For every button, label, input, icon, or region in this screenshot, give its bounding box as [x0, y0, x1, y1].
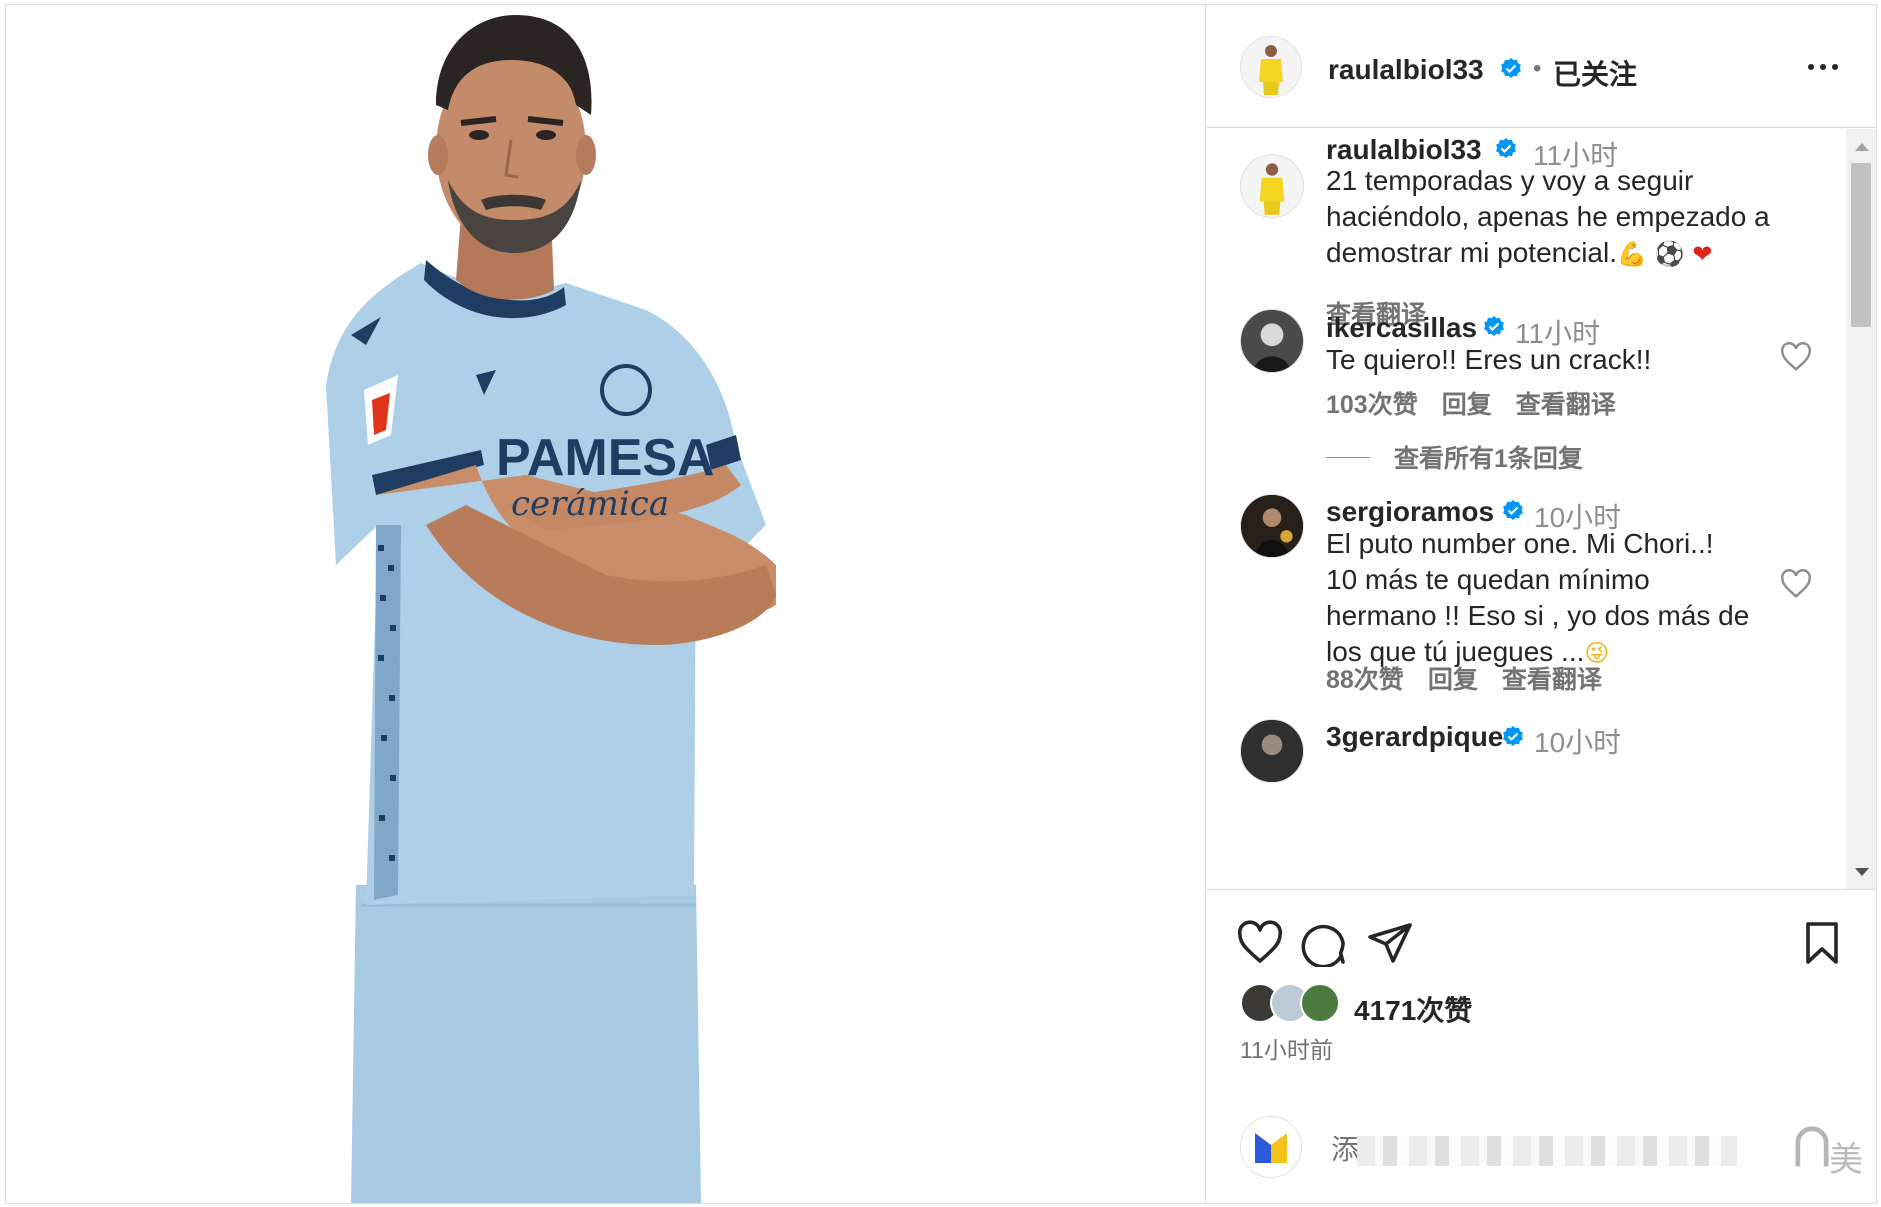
3gerardpique-username[interactable]: 3gerardpique — [1326, 721, 1503, 753]
see-translation-button[interactable]: 查看翻译 — [1502, 660, 1602, 696]
comments-scrollbar[interactable] — [1846, 129, 1876, 889]
verified-icon — [1501, 499, 1525, 523]
obscured-region — [1357, 1136, 1737, 1166]
view-replies-label: 查看所有1条回复 — [1394, 445, 1583, 473]
flexed-biceps-icon: 💪 — [1617, 241, 1647, 268]
like-comment-heart-icon[interactable] — [1779, 342, 1813, 372]
comment-bubble-icon[interactable] — [1299, 919, 1349, 967]
scroll-down-arrow-icon[interactable] — [1855, 868, 1869, 876]
caption-line-text: demostrar mi potencial. — [1326, 237, 1618, 268]
current-user-avatar-image — [1241, 1117, 1301, 1177]
ikercasillas-avatar-image — [1241, 310, 1303, 372]
comment-line: El puto number one. Mi Chori..! — [1326, 528, 1714, 559]
comment-line: hermano !! Eso si , yo dos más de — [1326, 600, 1750, 631]
bookmark-icon[interactable] — [1797, 919, 1847, 967]
sergioramos-comment-meta: 88次赞 回复 查看翻译 — [1326, 660, 1602, 696]
post-likes-count[interactable]: 4171次赞 — [1354, 989, 1472, 1029]
author-avatar-image — [1241, 37, 1301, 97]
comment-likes[interactable]: 103次赞 — [1326, 385, 1418, 421]
verified-icon — [1482, 315, 1506, 339]
sergioramos-avatar[interactable] — [1240, 494, 1304, 558]
more-options-icon[interactable] — [1803, 55, 1843, 79]
3gerardpique-time[interactable]: 10小时 — [1534, 721, 1621, 761]
3gerardpique-avatar-image — [1241, 720, 1303, 782]
watermark-char: 美 — [1829, 1141, 1863, 1179]
watermark-arch-icon — [1795, 1126, 1829, 1167]
sergioramos-comment-text: El puto number one. Mi Chori..! 10 más t… — [1326, 526, 1796, 672]
liker-avatars[interactable] — [1240, 983, 1350, 1025]
replies-divider — [1326, 456, 1370, 458]
share-paper-plane-icon[interactable] — [1365, 919, 1415, 967]
3gerardpique-avatar[interactable] — [1240, 719, 1304, 783]
current-user-avatar — [1240, 1116, 1302, 1178]
ikercasillas-username[interactable]: ikercasillas — [1326, 312, 1477, 344]
liker-avatar — [1300, 983, 1340, 1023]
add-comment-bar: 美 — [1207, 1092, 1876, 1203]
caption-line: haciéndolo, apenas he empezado a — [1326, 201, 1770, 232]
post-dialog: PAMESA cerámica raulalbiol33 • 已关注 raula… — [5, 4, 1877, 1204]
caption-author-avatar[interactable] — [1240, 154, 1304, 218]
caption-line: demostrar mi potencial.💪 ⚽ ❤ — [1326, 235, 1836, 273]
red-heart-icon: ❤ — [1692, 241, 1713, 268]
ikercasillas-avatar[interactable] — [1240, 309, 1304, 373]
author-username[interactable]: raulalbiol33 — [1328, 54, 1484, 86]
sergioramos-avatar-image — [1241, 495, 1303, 557]
svg-text:cerámica: cerámica — [511, 484, 669, 524]
view-replies-button[interactable]: 查看所有1条回复 — [1326, 439, 1583, 475]
scroll-up-arrow-icon[interactable] — [1855, 143, 1869, 151]
ikercasillas-comment-text: Te quiero!! Eres un crack!! — [1326, 344, 1652, 375]
post-timestamp[interactable]: 11小时前 — [1240, 1031, 1333, 1065]
like-heart-icon[interactable] — [1235, 919, 1285, 967]
sergioramos-username[interactable]: sergioramos — [1326, 496, 1494, 528]
comments-list[interactable]: raulalbiol33 11小时 21 temporadas y voy a … — [1207, 129, 1876, 890]
ikercasillas-comment-meta: 103次赞 回复 查看翻译 — [1326, 385, 1616, 421]
svg-text:PAMESA: PAMESA — [496, 429, 715, 487]
like-comment-heart-icon[interactable] — [1779, 569, 1813, 599]
post-actions: 4171次赞 11小时前 — [1207, 891, 1876, 1091]
separator-dot: • — [1533, 55, 1542, 82]
author-avatar[interactable] — [1240, 36, 1302, 98]
post-image[interactable]: PAMESA cerámica — [6, 5, 1206, 1203]
scrollbar-thumb[interactable] — [1851, 163, 1871, 327]
caption-username[interactable]: raulalbiol33 — [1326, 134, 1482, 166]
player-photo: PAMESA cerámica — [326, 15, 776, 1203]
reply-button[interactable]: 回复 — [1428, 660, 1478, 696]
comment-line: 10 más te quedan mínimo — [1326, 564, 1650, 595]
comment-likes[interactable]: 88次赞 — [1326, 660, 1404, 696]
following-button[interactable]: 已关注 — [1553, 53, 1637, 93]
caption-line: 21 temporadas y voy a seguir — [1326, 165, 1694, 196]
soccer-ball-icon: ⚽ — [1654, 241, 1685, 268]
caption-text: 21 temporadas y voy a seguir haciéndolo,… — [1326, 163, 1836, 273]
post-header: raulalbiol33 • 已关注 — [1207, 5, 1876, 128]
verified-icon — [1501, 725, 1525, 749]
caption-avatar-image — [1241, 155, 1303, 217]
verified-icon — [1499, 57, 1523, 81]
verified-icon — [1494, 137, 1518, 161]
reply-button[interactable]: 回复 — [1442, 385, 1492, 421]
post-sidebar: raulalbiol33 • 已关注 raulalbiol33 11小时 21 … — [1207, 5, 1876, 1203]
see-translation-button[interactable]: 查看翻译 — [1516, 385, 1616, 421]
